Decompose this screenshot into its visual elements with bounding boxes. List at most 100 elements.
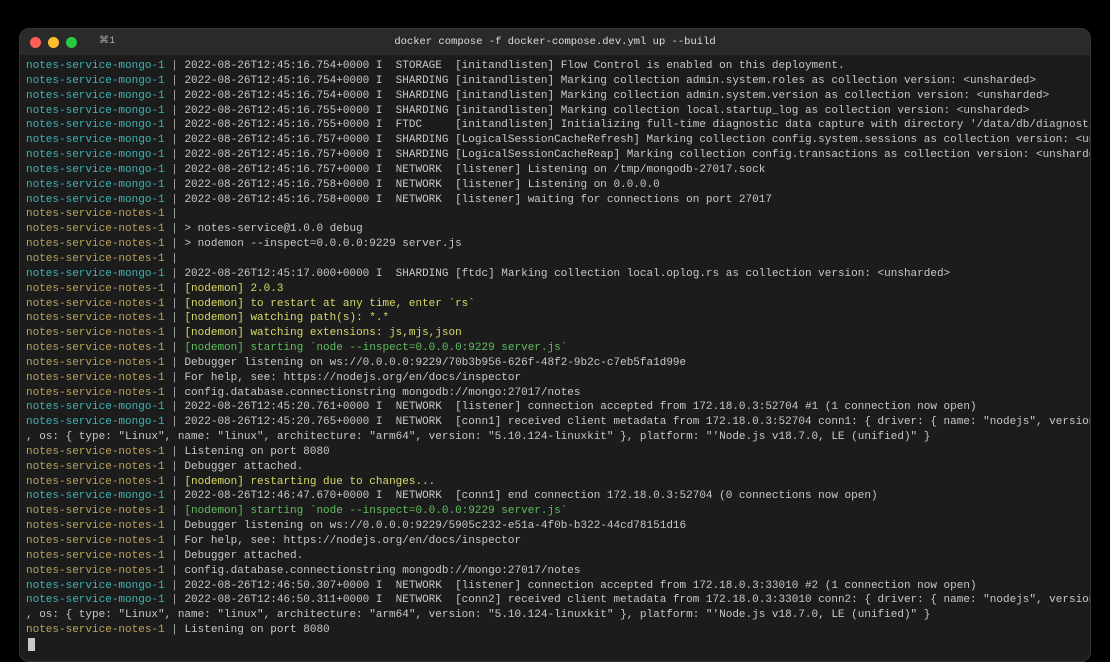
- separator: |: [171, 490, 184, 502]
- log-message: 2022-08-26T12:46:50.307+0000 I NETWORK […: [184, 580, 976, 592]
- separator: |: [171, 268, 184, 280]
- separator: |: [171, 401, 184, 413]
- separator: |: [171, 179, 184, 191]
- log-message: For help, see: https://nodejs.org/en/doc…: [184, 535, 521, 547]
- log-line: notes-service-notes-1 | [nodemon] watchi…: [26, 311, 1084, 326]
- service-name: notes-service-notes-1: [26, 387, 171, 399]
- separator: |: [171, 105, 184, 117]
- service-name: notes-service-mongo-1: [26, 401, 171, 413]
- log-message: 2022-08-26T12:45:16.755+0000 I FTDC [ini…: [184, 119, 1090, 131]
- service-name: notes-service-notes-1: [26, 238, 171, 250]
- log-line: notes-service-mongo-1 | 2022-08-26T12:45…: [26, 193, 1084, 208]
- log-line: , os: { type: "Linux", name: "linux", ar…: [26, 430, 1084, 445]
- separator: |: [171, 580, 184, 592]
- service-name: notes-service-mongo-1: [26, 194, 171, 206]
- separator: |: [171, 90, 184, 102]
- log-message: [nodemon] starting `node --inspect=0.0.0…: [184, 342, 567, 354]
- separator: |: [171, 624, 184, 636]
- separator: |: [171, 208, 184, 220]
- log-line: notes-service-notes-1 | [nodemon] starti…: [26, 341, 1084, 356]
- close-icon[interactable]: [30, 37, 41, 48]
- titlebar[interactable]: ⌘1 docker compose -f docker-compose.dev.…: [20, 29, 1090, 55]
- separator: |: [171, 253, 184, 265]
- minimize-icon[interactable]: [48, 37, 59, 48]
- separator: |: [171, 223, 184, 235]
- service-name: notes-service-mongo-1: [26, 179, 171, 191]
- log-line: notes-service-notes-1 | [nodemon] to res…: [26, 297, 1084, 312]
- service-name: notes-service-mongo-1: [26, 90, 171, 102]
- log-message: 2022-08-26T12:45:16.757+0000 I NETWORK […: [184, 164, 765, 176]
- separator: |: [171, 372, 184, 384]
- log-line: notes-service-notes-1 | Debugger listeni…: [26, 519, 1084, 534]
- separator: |: [171, 134, 184, 146]
- separator: |: [171, 446, 184, 458]
- log-message: [nodemon] to restart at any time, enter …: [184, 298, 474, 310]
- service-name: notes-service-notes-1: [26, 565, 171, 577]
- service-name: notes-service-notes-1: [26, 624, 171, 636]
- service-name: notes-service-mongo-1: [26, 149, 171, 161]
- service-name: notes-service-mongo-1: [26, 580, 171, 592]
- separator: |: [171, 164, 184, 176]
- separator: |: [171, 357, 184, 369]
- service-name: notes-service-notes-1: [26, 223, 171, 235]
- terminal-output[interactable]: notes-service-mongo-1 | 2022-08-26T12:45…: [20, 55, 1090, 661]
- separator: |: [171, 550, 184, 562]
- log-message: 2022-08-26T12:45:16.757+0000 I SHARDING …: [184, 134, 1090, 146]
- separator: |: [171, 594, 184, 606]
- log-message: For help, see: https://nodejs.org/en/doc…: [184, 372, 521, 384]
- service-name: notes-service-mongo-1: [26, 75, 171, 87]
- log-line: notes-service-mongo-1 | 2022-08-26T12:45…: [26, 400, 1084, 415]
- separator: |: [171, 312, 184, 324]
- log-message: 2022-08-26T12:45:17.000+0000 I SHARDING …: [184, 268, 950, 280]
- service-name: notes-service-notes-1: [26, 372, 171, 384]
- log-line: notes-service-mongo-1 | 2022-08-26T12:45…: [26, 148, 1084, 163]
- service-name: notes-service-notes-1: [26, 253, 171, 265]
- service-name: notes-service-notes-1: [26, 550, 171, 562]
- service-name: notes-service-notes-1: [26, 446, 171, 458]
- log-message: [nodemon] watching path(s): *.*: [184, 312, 389, 324]
- separator: |: [171, 194, 184, 206]
- log-line: notes-service-notes-1 | [nodemon] watchi…: [26, 326, 1084, 341]
- log-message: 2022-08-26T12:45:16.758+0000 I NETWORK […: [184, 194, 772, 206]
- log-line: notes-service-notes-1 | [nodemon] 2.0.3: [26, 282, 1084, 297]
- log-line: notes-service-notes-1 | Listening on por…: [26, 445, 1084, 460]
- log-message: config.database.connectionstring mongodb…: [184, 565, 580, 577]
- separator: |: [171, 149, 184, 161]
- separator: |: [171, 505, 184, 517]
- separator: |: [171, 476, 184, 488]
- service-name: notes-service-notes-1: [26, 520, 171, 532]
- log-message: 2022-08-26T12:45:20.765+0000 I NETWORK […: [184, 416, 1090, 428]
- cursor: [28, 638, 35, 651]
- log-line: notes-service-mongo-1 | 2022-08-26T12:45…: [26, 267, 1084, 282]
- tab-label[interactable]: ⌘1: [99, 35, 116, 49]
- log-line: notes-service-mongo-1 | 2022-08-26T12:45…: [26, 89, 1084, 104]
- log-line: notes-service-mongo-1 | 2022-08-26T12:45…: [26, 163, 1084, 178]
- log-line: notes-service-notes-1 | config.database.…: [26, 564, 1084, 579]
- service-name: notes-service-notes-1: [26, 327, 171, 339]
- log-message: 2022-08-26T12:45:16.757+0000 I SHARDING …: [184, 149, 1090, 161]
- service-name: notes-service-notes-1: [26, 312, 171, 324]
- service-name: notes-service-notes-1: [26, 476, 171, 488]
- log-line: notes-service-notes-1 | Debugger attache…: [26, 549, 1084, 564]
- log-message: 2022-08-26T12:45:20.761+0000 I NETWORK […: [184, 401, 976, 413]
- traffic-lights: [30, 37, 77, 48]
- log-line: notes-service-mongo-1 | 2022-08-26T12:46…: [26, 579, 1084, 594]
- log-message: Debugger listening on ws://0.0.0.0:9229/…: [184, 520, 686, 532]
- log-message: > notes-service@1.0.0 debug: [184, 223, 362, 235]
- separator: |: [171, 535, 184, 547]
- service-name: notes-service-mongo-1: [26, 134, 171, 146]
- service-name: notes-service-notes-1: [26, 298, 171, 310]
- log-message: [nodemon] starting `node --inspect=0.0.0…: [184, 505, 567, 517]
- log-line: notes-service-mongo-1 | 2022-08-26T12:45…: [26, 74, 1084, 89]
- log-message: 2022-08-26T12:45:16.754+0000 I SHARDING …: [184, 75, 1036, 87]
- separator: |: [171, 461, 184, 473]
- service-name: notes-service-notes-1: [26, 283, 171, 295]
- log-line: notes-service-mongo-1 | 2022-08-26T12:45…: [26, 104, 1084, 119]
- log-message: , os: { type: "Linux", name: "linux", ar…: [26, 431, 930, 443]
- log-line: notes-service-notes-1 | [nodemon] restar…: [26, 475, 1084, 490]
- service-name: notes-service-mongo-1: [26, 119, 171, 131]
- zoom-icon[interactable]: [66, 37, 77, 48]
- log-message: Debugger attached.: [184, 550, 303, 562]
- cursor-line: [26, 638, 1084, 653]
- service-name: notes-service-notes-1: [26, 461, 171, 473]
